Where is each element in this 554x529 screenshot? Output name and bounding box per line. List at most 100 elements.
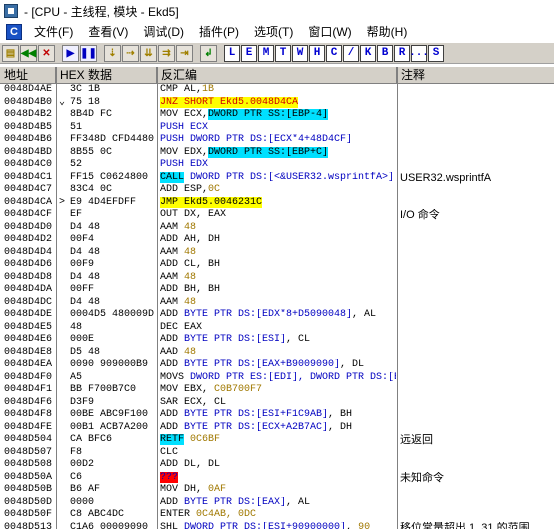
menu-file[interactable]: 文件(F) [28,22,82,42]
disasm-token: DWORD PTR ES:[EDI], DWORD PTR DS:[ES [190,371,396,383]
trace-into-icon[interactable]: ⇊ [140,44,157,62]
run-icon[interactable]: ▶ [62,44,79,62]
disasm-row[interactable]: 0048D4F8 00BE ABC9F100 ADD BYTE PTR DS:[ES… [0,409,554,422]
disasm-row[interactable]: 0048D4C0 52 PUSH EDX [0,159,554,172]
row-address: 0048D4D0 [4,221,53,233]
run-trace-window-button[interactable]: ... [409,44,429,62]
menu-view[interactable]: 查看(V) [82,22,137,42]
disasm-row[interactable]: 0048D4D6 00F9 ADD CL, BH [0,259,554,272]
goto-icon[interactable]: ↲ [200,44,217,62]
disassembly-pane[interactable]: 0048D4AE 3C 1B CMP AL,1B 0048D4B0 ⌄ 75 18 JNZ … [0,84,554,529]
disasm-row[interactable]: 0048D508 00D2 ADD DL, DL [0,459,554,472]
trace-over-icon[interactable]: ⇉ [158,44,175,62]
disasm-row[interactable]: 0048D4DE 0004D5 480009D ADD BYTE PTR DS:[E… [0,309,554,322]
disasm-row[interactable]: 0048D4B5 51 PUSH ECX [0,122,554,135]
menu-debug[interactable]: 调试(D) [137,22,193,42]
menu-options[interactable]: 选项(T) [248,22,302,42]
disasm-row[interactable]: 0048D4F1 BB F700B7C0 MOV EBX, C0B700F7 [0,384,554,397]
disasm-row[interactable]: 0048D50A C6??? 未知命令 [0,471,554,485]
handles-window-button[interactable]: H [309,44,325,62]
disasm-row[interactable]: 0048D4C1 FF15 C0624800 CALL DWORD PTR DS:[… [0,171,554,185]
disasm-row[interactable]: 0048D4D2 00F4 ADD AH, DH [0,234,554,247]
row-hex: FF348D CFD4480 [70,134,155,145]
column-header-comment[interactable]: 注释 [397,67,554,84]
disasm-token: ADD [160,309,185,320]
menu-window[interactable]: 窗口(W) [302,22,360,42]
step-over-icon[interactable]: ⇢ [122,44,139,62]
disasm-token: 1B [202,84,215,95]
menu-plugins[interactable]: 插件(P) [193,22,248,42]
log-window-button[interactable]: L [224,44,240,62]
restart-icon[interactable]: ◀◀ [20,44,37,62]
row-hex: 51 [70,121,83,133]
row-hex: EF [70,209,83,220]
references-window-button[interactable]: R [394,44,410,62]
disasm-row[interactable]: 0048D4B0 ⌄ 75 18 JNZ SHORT Ekd5.0048D4CA [0,96,554,110]
disasm-token: , AL [286,496,311,508]
disasm-token: 48 [184,221,197,233]
disasm-row[interactable]: 0048D4F0 A5 MOVS DWORD PTR ES:[EDI], DWORD… [0,372,554,385]
cpu-window-icon[interactable]: C [6,24,22,40]
open-icon[interactable]: ▤ [2,44,19,62]
breakpoints-window-button[interactable]: B [377,44,393,62]
row-address: 0048D4FE [4,421,53,433]
row-hex: C1A6 00009090 [70,521,149,529]
disasm-row[interactable]: 0048D50F C8 ABC4DC ENTER 0C4AB, 0DC [0,509,554,522]
row-disasm: SAR ECX, CL [160,397,396,410]
disasm-row[interactable]: 0048D504 CA BFC6 RETF 0C6BF 远返回 [0,434,554,447]
disasm-row[interactable]: 0048D4B6 FF348D CFD4480 PUSH DWORD PTR DS:… [0,134,554,147]
threads-window-button[interactable]: T [275,44,291,62]
menu-help[interactable]: 帮助(H) [361,22,417,42]
row-disasm: MOV ECX,DWORD PTR SS:[EBP-4] [160,109,396,122]
disasm-row[interactable]: 0048D4C7 83C4 0C ADD ESP,0C [0,184,554,197]
disasm-row[interactable]: 0048D4F6 D3F9 SAR ECX, CL [0,397,554,410]
disasm-row[interactable]: 0048D4D0 D4 48 AAM 48 [0,222,554,235]
disasm-row[interactable]: 0048D4E6 000E ADD BYTE PTR DS:[ESI], CL [0,334,554,347]
column-header-address[interactable]: 地址 [0,67,56,84]
disasm-token: CLC [160,446,179,458]
row-address: 0048D4DA [4,284,53,295]
column-header-hex[interactable]: HEX 数据 [56,67,157,84]
disasm-row[interactable]: 0048D4EA 0090 909000B9 ADD BYTE PTR DS:[EA… [0,359,554,372]
modules-window-button[interactable]: E [241,44,257,62]
call-stack-window-button[interactable]: K [360,44,376,62]
row-address: 0048D4BD [4,146,53,158]
row-disasm: AAM 48 [160,222,396,235]
row-address: 0048D4B0 [4,96,53,108]
source-window-button[interactable]: S [428,44,444,62]
disasm-row[interactable]: 0048D513 C1A6 00009090 SHL DWORD PTR DS:[E… [0,522,554,529]
disasm-row[interactable]: 0048D4B2 8B4D FC MOV ECX,DWORD PTR SS:[EBP… [0,109,554,122]
memory-window-button[interactable]: M [258,44,274,62]
disasm-row[interactable]: 0048D4D4 D4 48 AAM 48 [0,247,554,260]
patches-window-button[interactable]: / [343,44,359,62]
disasm-token: ENTER [160,509,197,520]
disasm-row[interactable]: 0048D4DC D4 48 AAM 48 [0,297,554,310]
disasm-row[interactable]: 0048D4E8 D5 48 AAD 48 [0,347,554,360]
row-disasm: DEC EAX [160,322,396,335]
disasm-row[interactable]: 0048D507 F8 CLC [0,447,554,460]
disasm-row[interactable]: 0048D4BD 8B55 0C MOV EDX,DWORD PTR SS:[EBP… [0,146,554,160]
column-header-disasm[interactable]: 反汇编 [157,67,397,84]
disasm-row[interactable]: 0048D4CA > E9 4D4EFDFF JMP Ekd5.0046231C [0,196,554,210]
disasm-row[interactable]: 0048D4AE 3C 1B CMP AL,1B [0,84,554,97]
disasm-row[interactable]: 0048D4CF EF OUT DX, EAX I/O 命令 [0,209,554,222]
row-address: 0048D4F0 [4,371,53,383]
disasm-row[interactable]: 0048D4DA 00FF ADD BH, BH [0,284,554,297]
disasm-token: 0C [208,184,221,195]
disasm-row[interactable]: 0048D4D8 D4 48 AAM 48 [0,272,554,285]
execute-till-return-icon[interactable]: ⇥ [176,44,193,62]
row-address: 0048D4F6 [4,396,53,408]
disasm-row[interactable]: 0048D50B B6 AF MOV DH, 0AF [0,484,554,497]
disasm-token: PUSH ECX [160,121,209,133]
row-comment: 远返回 [400,434,433,446]
windows-window-button[interactable]: W [292,44,308,62]
disasm-row[interactable]: 0048D4E5 48 DEC EAX [0,322,554,335]
disasm-row[interactable]: 0048D4FE 00B1 ACB7A200 ADD BYTE PTR DS:[EC… [0,422,554,435]
cpu-window-button[interactable]: C [326,44,342,62]
close-icon[interactable]: ✕ [38,44,55,62]
row-address: 0048D4AE [4,84,53,95]
step-into-icon[interactable]: ⇣ [104,44,121,62]
disasm-token: OUT DX, EAX [160,209,227,220]
disasm-row[interactable]: 0048D50D 0000 ADD BYTE PTR DS:[EAX], AL [0,497,554,510]
pause-icon[interactable]: ❚❚ [80,44,97,62]
